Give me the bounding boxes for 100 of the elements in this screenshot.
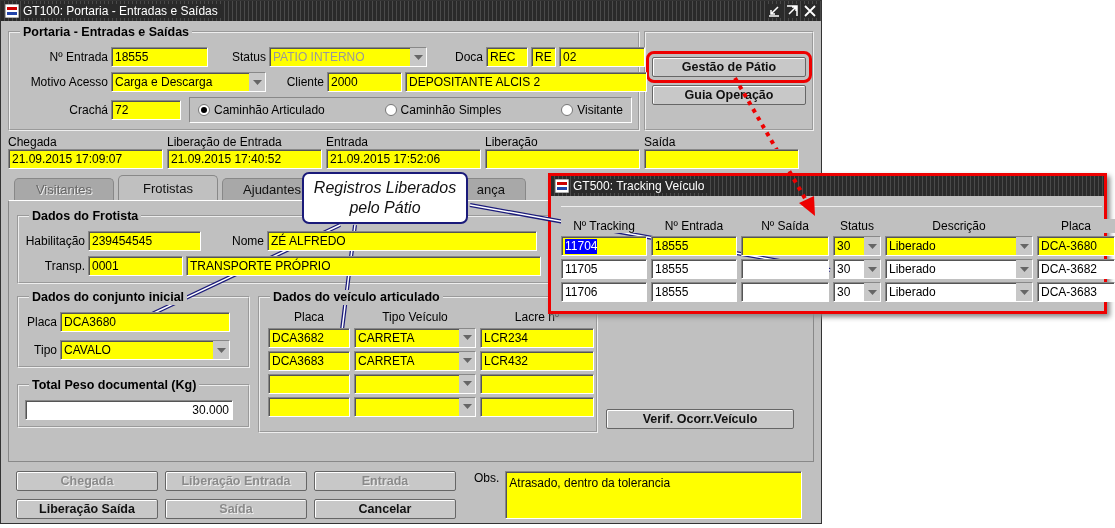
caret-icon [410,48,426,66]
radio-label: Caminhão Simples [400,102,502,118]
window-title: GT100: Portaria - Entradas e Saídas [23,3,224,19]
input-field[interactable] [480,373,594,394]
input-field[interactable]: DCA3682 [268,327,350,348]
caret-icon [459,397,475,416]
input-field[interactable]: 21.09.2015 17:52:06 [326,149,481,170]
input-field[interactable]: TRANSPORTE PRÓPRIO [186,256,541,277]
input-field[interactable]: 239454545 [88,231,201,252]
field-label: Cliente [285,74,324,90]
dropdown[interactable]: 30 [833,236,881,257]
input-field[interactable]: 0001 [88,256,183,277]
field-label: Transp. [43,259,85,274]
input-field[interactable]: ZÉ ALFREDO [267,231,537,252]
input-field[interactable]: 11705 [561,259,647,280]
field-label: Placa [25,315,57,330]
input-field[interactable]: 21.09.2015 17:40:52 [167,149,322,170]
input-field[interactable] [741,236,829,257]
minimize-icon[interactable] [767,4,781,18]
column-header: Tipo Veículo [381,310,449,325]
input-field[interactable]: 18555 [651,282,737,303]
input-field[interactable]: DCA3683 [268,350,350,371]
dropdown[interactable] [354,373,476,394]
input-field[interactable]: RE [531,47,556,67]
group-title: Total Peso documental (Kg) [29,378,200,394]
field-label: Doca [454,49,483,65]
input-field[interactable] [480,396,594,417]
input-field[interactable]: DCA-3682 [1037,259,1115,280]
radio-button[interactable] [198,104,210,116]
caret-icon [864,283,880,302]
field-label: Status [230,49,266,65]
app-icon [5,4,19,18]
radio-label: Caminhão Articulado [214,102,325,118]
caret-icon [1016,237,1032,256]
input-field[interactable]: 11706 [561,282,647,303]
dropdown[interactable]: 30 [833,259,881,280]
field-label: Tipo [33,343,57,358]
radio-label: Visitante [577,102,623,118]
caret-icon [213,341,229,360]
caret-icon [864,237,880,256]
field-label: Chegada [8,135,58,150]
input-field[interactable]: DEPOSITANTE ALCIS 2 [405,72,647,92]
input-field[interactable]: 02 [559,47,645,67]
caret-icon [249,73,265,91]
tab[interactable]: Frotistas [118,175,218,201]
callout-tooltip: Registros Liberados pelo Pátio [302,172,468,224]
field-label: Crachá [68,102,108,118]
input-field[interactable]: DCA3680 [60,312,230,333]
input-field[interactable] [741,282,829,303]
group-title: Dados do veículo articulado [270,290,443,306]
input-field[interactable] [741,259,829,280]
dropdown[interactable]: Liberado [885,259,1033,280]
column-header: Placa [293,310,325,325]
input-field[interactable]: 21.09.2015 17:09:07 [8,149,163,170]
dropdown[interactable]: CARRETA [354,350,476,371]
input-field[interactable]: 11704 [561,236,647,257]
field-label: Nº Entrada [48,49,108,65]
dropdown[interactable]: Liberado [885,236,1033,257]
field-label: Habilitação [25,234,85,249]
field-label: Liberação [485,135,539,150]
input-field[interactable] [268,373,350,394]
dropdown[interactable]: Carga e Descarga [111,72,266,92]
input-field[interactable]: 18555 [651,236,737,257]
dropdown[interactable]: CAVALO [60,340,230,361]
caret-icon [1016,260,1032,279]
input-field[interactable] [268,396,350,417]
input-field[interactable]: 18555 [111,47,208,67]
input-field[interactable]: 72 [111,100,181,120]
input-field[interactable] [644,149,799,170]
app-icon [555,179,569,193]
field-label: Saída [644,135,677,150]
button[interactable]: Guia Operação [652,85,806,105]
close-icon[interactable] [803,4,817,18]
field-label: Obs. [474,471,500,488]
field-label: Entrada [326,135,370,150]
input-field[interactable]: REC [486,47,528,67]
caret-icon [459,351,475,370]
input-field[interactable]: 18555 [651,259,737,280]
dropdown[interactable]: CARRETA [354,327,476,348]
dropdown[interactable] [354,396,476,417]
text-area[interactable]: Atrasado, dentro da tolerancia [505,471,803,520]
button[interactable]: Liberação Saída [16,499,158,520]
caret-icon [459,328,475,347]
button[interactable]: Cancelar [314,499,456,520]
input-field[interactable]: 30.000 [25,400,233,421]
dropdown[interactable]: 30 [833,282,881,303]
input-field[interactable]: DCA-3683 [1037,282,1115,303]
radio-button[interactable] [384,104,397,116]
input-field[interactable]: LCR234 [480,327,594,348]
radio-button[interactable] [561,104,574,116]
caret-icon [459,374,475,393]
input-field[interactable] [485,149,640,170]
input-field[interactable]: LCR432 [480,350,594,371]
button[interactable]: Verif. Ocorr.Veículo [606,409,794,430]
maximize-icon[interactable] [785,4,799,18]
caret-icon [864,260,880,279]
group-title: Dados do conjunto inicial [29,290,188,306]
input-field[interactable]: DCA-3680 [1037,236,1115,257]
dropdown[interactable]: Liberado [885,282,1033,303]
input-field[interactable]: 2000 [327,72,402,92]
